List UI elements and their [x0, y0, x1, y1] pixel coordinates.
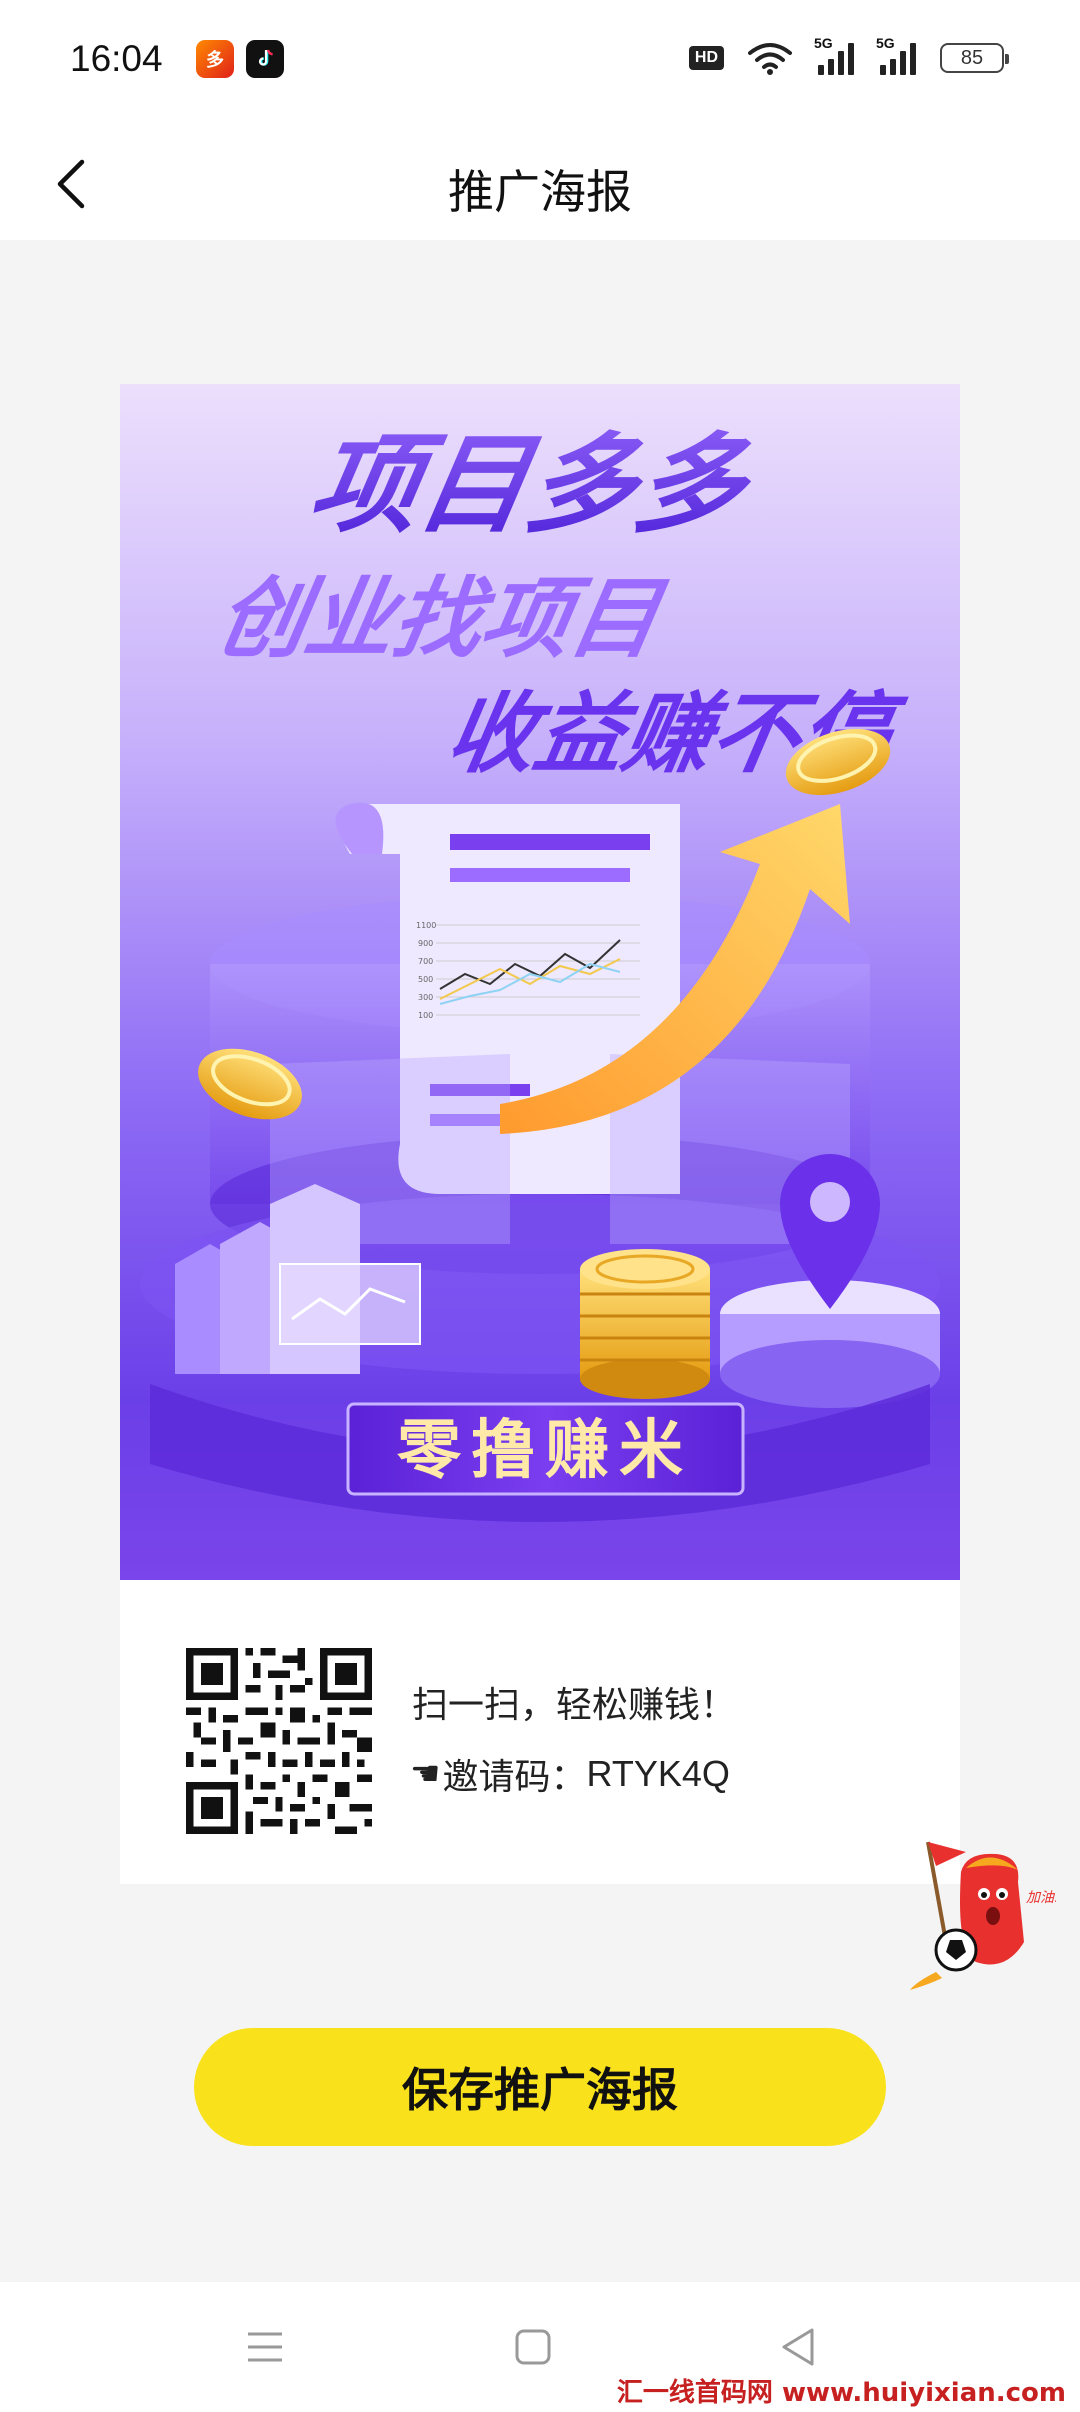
status-icons: HD 5G 5G 85	[688, 35, 1009, 80]
svg-text:100: 100	[418, 1011, 433, 1020]
svg-text:500: 500	[418, 975, 433, 984]
poster-banner-text: 零撸赚米	[397, 1414, 693, 1488]
home-square-icon[interactable]	[498, 2312, 568, 2382]
status-time: 16:04	[70, 38, 163, 79]
menu-icon[interactable]	[230, 2312, 300, 2382]
wifi-icon	[748, 43, 792, 75]
svg-text:300: 300	[418, 993, 433, 1002]
pointing-hand-icon: ☚	[410, 1754, 441, 1794]
coin-stack-icon	[580, 1249, 710, 1399]
save-poster-button[interactable]: 保存推广海报	[194, 2028, 886, 2146]
signal-icon: 5G	[814, 35, 854, 75]
svg-text:加油!: 加油!	[1026, 1890, 1056, 1906]
scan-prompt-text: 扫一扫，轻松赚钱！	[412, 1685, 737, 1726]
mascot-sticker-icon[interactable]: 加油!	[906, 1832, 1056, 1992]
pinduoduo-app-icon: 多	[196, 40, 234, 78]
hd-voice-icon: HD	[688, 46, 724, 70]
site-watermark: 汇一线首码网 www.huiyixian.com	[610, 2372, 1072, 2409]
status-bar: 16:04 多 HD 5G 5G 85	[0, 0, 1080, 124]
svg-text:900: 900	[418, 939, 433, 948]
poster-slogan-line1: 创业找项目	[210, 568, 673, 670]
battery-icon: 85	[940, 43, 1009, 73]
signal-icon: 5G	[876, 35, 916, 75]
top-nav-bar: 推广海报	[0, 124, 1080, 240]
tiktok-app-icon	[246, 40, 284, 78]
poster-invite-card: 扫一扫，轻松赚钱！ ☚ 邀请码： RTYK4Q	[120, 1580, 960, 1884]
poster-headline: 项目多多	[301, 422, 762, 548]
poster-artwork: 项目多多 创业找项目 收益赚不停 1100 900 700 500 300 10…	[120, 384, 960, 1580]
svg-text:700: 700	[418, 957, 433, 966]
invite-code-label: 邀请码：	[442, 1757, 587, 1798]
svg-text:1100: 1100	[416, 921, 436, 930]
qr-code-icon	[186, 1648, 372, 1834]
promo-poster: 项目多多 创业找项目 收益赚不停 1100 900 700 500 300 10…	[120, 384, 960, 1884]
invite-code-value: RTYK4Q	[586, 1753, 730, 1794]
page-title: 推广海报	[448, 165, 632, 219]
invite-code-row: ☚ 邀请码： RTYK4Q	[410, 1748, 730, 1800]
